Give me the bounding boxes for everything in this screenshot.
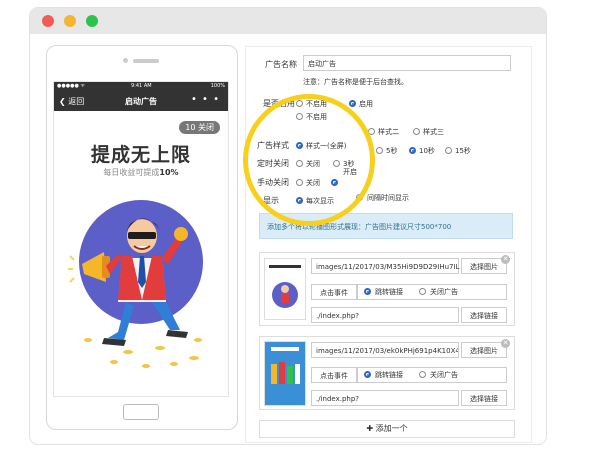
ad-close-button[interactable]: 10 关闭: [179, 121, 220, 134]
style-2-radio[interactable]: [368, 128, 375, 135]
event-close-radio-1[interactable]: [419, 288, 426, 295]
ad-name-note: 注意：广告名称是便于后台查找。: [303, 78, 408, 86]
enable-option-off: 不启用: [306, 100, 327, 108]
event-jump-label-2: 跳转链接: [375, 371, 403, 379]
ad-thumbnail-1: [264, 258, 306, 320]
remove-card-2-icon[interactable]: ✕: [501, 339, 510, 348]
battery-level: 100%: [210, 83, 225, 89]
thumbnail-2-art: [271, 347, 300, 384]
click-event-label-2: 点击事件: [311, 367, 357, 383]
carousel-note: 添加多个将以轮播图形式展现：广告图片建议尺寸500*700: [259, 213, 513, 239]
click-event-label-1: 点击事件: [311, 284, 357, 300]
style-1-label: 样式一(全屏): [306, 142, 347, 150]
event-close-label-1: 关闭广告: [430, 288, 458, 296]
show-interval-radio[interactable]: [356, 194, 363, 201]
style-1-radio[interactable]: [296, 142, 303, 149]
choose-link-button-2[interactable]: 选择链接: [461, 390, 507, 406]
phone-camera: [123, 58, 128, 63]
timed-close-label: 定时关闭: [257, 159, 289, 168]
phone-navbar: ❮ 返回 启动广告 • • •: [54, 91, 228, 111]
event-close-label-2: 关闭广告: [430, 371, 458, 379]
timed-close-off: 关闭: [306, 160, 320, 168]
link-input-1[interactable]: ./index.php?i=11&c=entry&m=ewei_shopv: [311, 307, 459, 323]
ad-name-label: 广告名称: [265, 60, 297, 69]
style-2-label: 样式二: [378, 128, 399, 136]
timed-close-3s-radio[interactable]: [333, 160, 340, 167]
event-jump-radio-1[interactable]: [364, 288, 371, 295]
timed-close-off-radio[interactable]: [296, 160, 303, 167]
ad-name-input[interactable]: 启动广告: [303, 55, 511, 71]
remove-card-1-icon[interactable]: ✕: [501, 255, 510, 264]
timed-close-10s: 10秒: [419, 147, 435, 155]
show-every-radio[interactable]: [296, 197, 303, 204]
timed-close-5s: 5秒: [386, 147, 398, 155]
coins-decoration: [84, 338, 202, 368]
show-interval: 间隔时间显示: [367, 194, 409, 202]
phone-speaker: [133, 59, 159, 63]
close-window-button[interactable]: [42, 15, 54, 27]
event-close-radio-2[interactable]: [419, 371, 426, 378]
event-jump-label-1: 跳转链接: [375, 288, 403, 296]
add-item-button[interactable]: ✚ 添加一个: [259, 420, 515, 438]
more-icon[interactable]: • • •: [191, 94, 220, 105]
enable-option-on-radio[interactable]: [349, 100, 356, 107]
minimize-window-button[interactable]: [64, 15, 76, 27]
enable-option-off-radio-2[interactable]: [296, 113, 303, 120]
phone-home-button[interactable]: [123, 404, 159, 420]
manual-close-label: 手动关闭: [257, 178, 289, 187]
ad-illustration: [68, 200, 203, 368]
style-3-label: 样式三: [423, 128, 444, 136]
enable-option-on: 启用: [359, 100, 373, 108]
ad-subline-text: 每日收益可提成: [103, 168, 160, 177]
style-label: 广告样式: [257, 141, 289, 150]
ad-subline-value: 10%: [159, 168, 179, 177]
timed-close-10s-radio[interactable]: [409, 147, 416, 154]
link-input-2[interactable]: ./index.php?i=11&c=entry&m=ewei_shopv: [311, 390, 459, 406]
timed-close-15s: 15秒: [455, 147, 471, 155]
manual-close-on: 开启: [343, 168, 357, 176]
status-bar: ●●●●● ᯤ 9:41 AM 100%: [54, 82, 228, 91]
choose-link-button-1[interactable]: 选择链接: [461, 307, 507, 323]
show-label: 显示: [263, 196, 279, 205]
enable-label: 是否启用: [263, 99, 295, 108]
window-titlebar: [30, 8, 546, 34]
ad-headline: 提成无上限: [90, 144, 191, 166]
manual-close-off: 关闭: [306, 179, 320, 187]
status-time: 9:41 AM: [131, 83, 152, 89]
enable-option-off-radio[interactable]: [296, 100, 303, 107]
ad-subline: 每日收益可提成10%: [54, 167, 228, 178]
image-path-input-2[interactable]: images/11/2017/03/ek0kPHj691p4K10X44: [311, 342, 459, 358]
timed-close-5s-radio[interactable]: [376, 147, 383, 154]
thumbnail-1-art: [269, 265, 301, 308]
maximize-window-button[interactable]: [86, 15, 98, 27]
show-every: 每次显示: [306, 197, 334, 205]
phone-screen: ●●●●● ᯤ 9:41 AM 100% ❮ 返回 启动广告 • • • 10 …: [53, 81, 229, 397]
style-3-radio[interactable]: [413, 128, 420, 135]
ad-thumbnail-2: [264, 341, 306, 406]
manual-close-on-radio[interactable]: [331, 179, 338, 186]
carrier-signal: ●●●●● ᯤ: [57, 83, 85, 89]
enable-option-off-2: 不启用: [306, 113, 327, 121]
manual-close-off-radio[interactable]: [296, 179, 303, 186]
image-path-input-1[interactable]: images/11/2017/03/M35Hi9D9D29IHu7IL: [311, 258, 459, 274]
timed-close-15s-radio[interactable]: [445, 147, 452, 154]
event-jump-radio-2[interactable]: [364, 371, 371, 378]
